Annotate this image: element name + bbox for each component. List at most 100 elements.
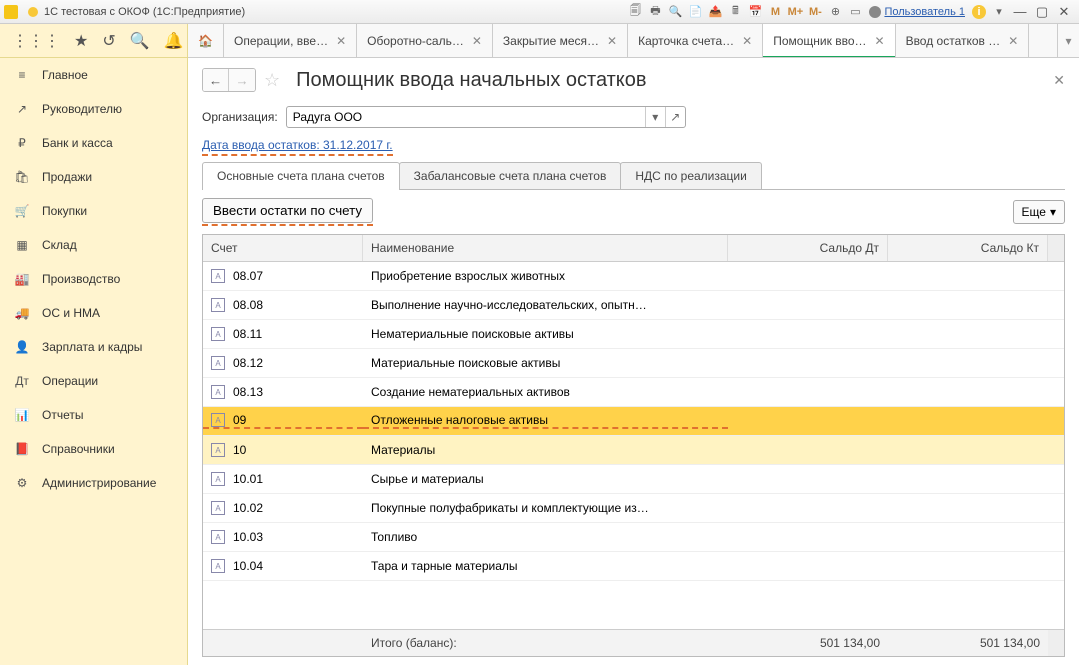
table-row[interactable]: A10.01Сырье и материалы (203, 465, 1064, 494)
user-icon (869, 6, 881, 18)
sidebar-item-label: Справочники (42, 442, 115, 456)
org-dropdown-icon[interactable]: ▾ (645, 107, 665, 127)
main-area: 🏠 Операции, вве…✕Оборотно-саль…✕Закрытие… (188, 24, 1079, 665)
star-icon[interactable]: ★ (74, 31, 88, 51)
col-credit[interactable]: Сальдо Кт (888, 235, 1048, 261)
tab-close-icon[interactable]: ✕ (336, 34, 346, 48)
title-bar: 1С тестовая с ОКОФ (1С:Предприятие) 🗐 🖶 … (0, 0, 1079, 24)
sidebar-item-11[interactable]: 📕Справочники (0, 432, 187, 466)
sidebar-icon: 🛒 (14, 203, 30, 219)
enter-balances-button[interactable]: Ввести остатки по счету (202, 198, 373, 223)
page: ← → ☆ Помощник ввода начальных остатков … (188, 58, 1079, 665)
favorite-icon[interactable]: ☆ (264, 70, 280, 91)
sidebar-icon: ↗ (14, 101, 30, 117)
minimize-button[interactable]: — (1011, 5, 1029, 19)
sidebar-item-0[interactable]: ≡Главное (0, 58, 187, 92)
close-window-button[interactable]: ✕ (1055, 5, 1073, 19)
table-row[interactable]: A08.08Выполнение научно-исследовательски… (203, 291, 1064, 320)
sidebar-item-9[interactable]: ДтОперации (0, 364, 187, 398)
tab-2[interactable]: Закрытие меся…✕ (493, 24, 628, 57)
panels-icon[interactable]: ▭ (846, 3, 864, 21)
col-account[interactable]: Счет (203, 235, 363, 261)
nav-buttons: ← → (202, 68, 256, 92)
table-row[interactable]: A10.02Покупные полуфабрикаты и комплекту… (203, 494, 1064, 523)
sidebar-item-12[interactable]: ⚙Администрирование (0, 466, 187, 500)
table-row[interactable]: A10Материалы (203, 436, 1064, 465)
tab-close-icon[interactable]: ✕ (1008, 34, 1018, 48)
sidebar-item-label: Покупки (42, 204, 87, 218)
info-dropdown-icon[interactable]: ▾ (990, 3, 1008, 21)
org-input-wrap: ▾ ↗ (286, 106, 686, 128)
sidebar-item-10[interactable]: 📊Отчеты (0, 398, 187, 432)
tabs-dropdown[interactable]: ▾ (1057, 24, 1079, 57)
table-row[interactable]: A08.13Создание нематериальных активов (203, 378, 1064, 407)
info-icon[interactable]: i (972, 5, 986, 19)
sidebar-tools: ⋮⋮⋮ ★ ↺ 🔍 🔔 (0, 24, 187, 58)
sidebar-item-6[interactable]: 🏭Производство (0, 262, 187, 296)
sidebar-item-4[interactable]: 🛒 Покупки (0, 194, 187, 228)
tab-close-icon[interactable]: ✕ (875, 34, 885, 48)
forward-button[interactable]: → (229, 69, 255, 91)
subtab-0[interactable]: Основные счета плана счетов (202, 162, 400, 189)
sidebar-item-5[interactable]: ▦Склад (0, 228, 187, 262)
sidebar-item-3[interactable]: 🛍Продажи (0, 160, 187, 194)
home-tab[interactable]: 🏠 (188, 24, 224, 57)
sidebar-item-8[interactable]: 👤Зарплата и кадры (0, 330, 187, 364)
account-name: Отложенные налоговые активы (363, 413, 728, 429)
tab-4[interactable]: Помощник вво…✕ (763, 24, 895, 57)
more-button[interactable]: Еще▾ (1013, 200, 1065, 224)
account-icon: A (211, 443, 225, 457)
org-input[interactable] (287, 110, 645, 124)
toolbar-export-icon[interactable]: 📤 (706, 3, 724, 21)
history-icon[interactable]: ↺ (102, 31, 115, 51)
table-row[interactable]: A08.07Приобретение взрослых животных (203, 262, 1064, 291)
footer-label: Итого (баланс): (363, 630, 728, 656)
org-open-icon[interactable]: ↗ (665, 107, 685, 127)
maximize-button[interactable]: ▢ (1033, 5, 1051, 19)
search-icon[interactable]: 🔍 (130, 31, 150, 51)
apps-icon[interactable]: ⋮⋮⋮ (12, 31, 60, 51)
table-row[interactable]: A08.11Нематериальные поисковые активы (203, 320, 1064, 349)
account-code: 08.08 (233, 298, 273, 312)
toolbar-report-icon[interactable]: 📄 (686, 3, 704, 21)
tab-close-icon[interactable]: ✕ (472, 34, 482, 48)
table-row[interactable]: A08.12Материальные поисковые активы (203, 349, 1064, 378)
col-name[interactable]: Наименование (363, 235, 728, 261)
toolbar-preview-icon[interactable]: 🔍 (666, 3, 684, 21)
bell-icon[interactable]: 🔔 (164, 31, 184, 51)
m-plus-button[interactable]: M+ (786, 3, 804, 21)
sidebar-item-label: Отчеты (42, 408, 83, 422)
user-link[interactable]: Пользователь 1 (869, 6, 965, 18)
table-row[interactable]: A10.03Топливо (203, 523, 1064, 552)
tab-5[interactable]: Ввод остатков …✕ (896, 24, 1030, 57)
account-icon: A (211, 413, 225, 427)
account-code: 10 (233, 443, 273, 457)
tab-1[interactable]: Оборотно-саль…✕ (357, 24, 493, 57)
tab-close-icon[interactable]: ✕ (742, 34, 752, 48)
sidebar-item-2[interactable]: ₽Банк и касса (0, 126, 187, 160)
toolbar-calendar-icon[interactable]: 📅 (746, 3, 764, 21)
date-link[interactable]: Дата ввода остатков: 31.12.2017 г. (202, 138, 393, 156)
account-name: Тара и тарные материалы (363, 559, 728, 573)
toolbar-calc-icon[interactable]: 🖩 (726, 3, 744, 21)
tab-0[interactable]: Операции, вве…✕ (224, 24, 357, 57)
toolbar-open-icon[interactable]: 🗐 (626, 3, 644, 21)
m-button[interactable]: M (766, 3, 784, 21)
sidebar-item-7[interactable]: 🚚ОС и НМА (0, 296, 187, 330)
table-row[interactable]: A10.04Тара и тарные материалы (203, 552, 1064, 581)
sidebar-item-1[interactable]: ↗Руководителю (0, 92, 187, 126)
tab-3[interactable]: Карточка счета…✕ (628, 24, 763, 57)
tab-close-icon[interactable]: ✕ (607, 34, 617, 48)
account-code: 09 (233, 413, 273, 427)
subtab-1[interactable]: Забалансовые счета плана счетов (399, 162, 622, 189)
back-button[interactable]: ← (203, 69, 229, 91)
account-code: 08.12 (233, 356, 273, 370)
sidebar-item-label: ОС и НМА (42, 306, 100, 320)
zoom-icon[interactable]: ⊕ (826, 3, 844, 21)
subtab-2[interactable]: НДС по реализации (620, 162, 761, 189)
toolbar-print-icon[interactable]: 🖶 (646, 3, 664, 21)
m-minus-button[interactable]: M- (806, 3, 824, 21)
close-page-button[interactable]: ✕ (1053, 72, 1065, 89)
col-debit[interactable]: Сальдо Дт (728, 235, 888, 261)
table-row[interactable]: A 09 Отложенные налоговые активы (203, 407, 1064, 436)
